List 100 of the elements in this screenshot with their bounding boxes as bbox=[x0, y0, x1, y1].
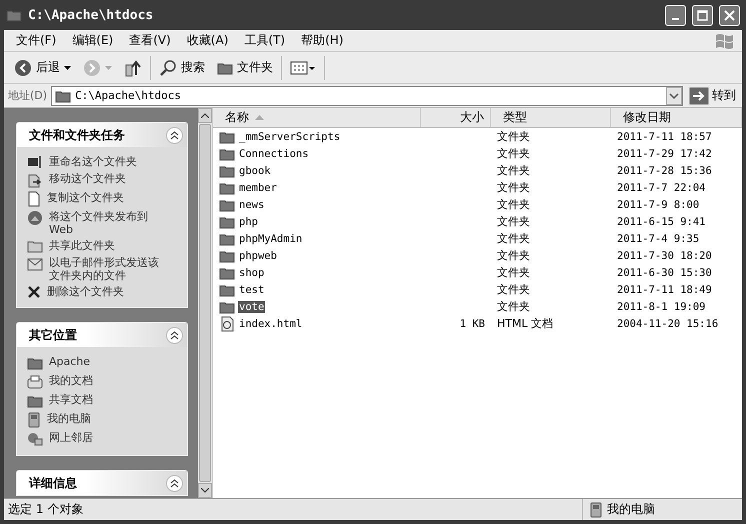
zone-label: 我的电脑 bbox=[607, 501, 655, 518]
type-cell-text: 文件夹 bbox=[496, 282, 531, 297]
network-icon bbox=[27, 431, 43, 447]
column-header[interactable]: 名称 bbox=[213, 108, 421, 127]
collapse-button[interactable] bbox=[166, 474, 183, 492]
date-cell-text: 2004-11-20 15:16 bbox=[616, 318, 720, 330]
caret-icon bbox=[64, 66, 71, 70]
shared-folder-icon bbox=[27, 239, 43, 253]
go-button[interactable]: 转到 bbox=[687, 86, 738, 104]
double-chevron-up-icon bbox=[170, 130, 179, 140]
menu-item[interactable]: 查看(V) bbox=[123, 32, 177, 49]
move-icon bbox=[27, 172, 43, 188]
date-cell-text: 2011-7-11 18:49 bbox=[616, 284, 713, 296]
envelope-icon bbox=[27, 256, 43, 272]
task-link[interactable]: 重命名这个文件夹 bbox=[49, 155, 164, 168]
date-cell-text: 2011-8-1 19:09 bbox=[616, 300, 707, 312]
globe-icon bbox=[27, 210, 43, 226]
minimize-button[interactable] bbox=[665, 4, 686, 26]
task-link[interactable]: 以电子邮件形式发送该文件夹内的文件 bbox=[49, 256, 164, 282]
date-cell-text: 2011-7-30 18:20 bbox=[616, 250, 713, 262]
file-name[interactable]: index.html bbox=[238, 318, 304, 330]
chevron-down-icon bbox=[201, 488, 209, 493]
grid-view-icon bbox=[290, 60, 316, 76]
task-link[interactable]: 删除这个文件夹 bbox=[47, 285, 162, 298]
type-cell-text: 文件夹 bbox=[496, 214, 531, 229]
file-name[interactable]: php bbox=[238, 216, 259, 228]
panel-title: 详细信息 bbox=[29, 474, 77, 492]
file-name[interactable]: test bbox=[238, 284, 266, 296]
task-link[interactable]: 移动这个文件夹 bbox=[49, 172, 164, 185]
type-cell-text: 文件夹 bbox=[496, 129, 531, 144]
task-link[interactable]: 我的文档 bbox=[49, 374, 164, 387]
file-name[interactable]: member bbox=[238, 182, 278, 194]
date-cell-text: 2011-6-30 15:30 bbox=[616, 266, 713, 278]
delete-icon bbox=[27, 285, 41, 299]
chevron-up-icon bbox=[201, 113, 209, 118]
date-cell-text: 2011-7-28 15:36 bbox=[616, 164, 713, 176]
computer-icon bbox=[589, 502, 603, 518]
date-cell-text: 2011-7-7 22:04 bbox=[616, 182, 707, 194]
rename-icon bbox=[27, 155, 43, 169]
type-cell-text: 文件夹 bbox=[496, 248, 531, 263]
collapse-button[interactable] bbox=[166, 126, 183, 144]
type-cell-text: 文件夹 bbox=[496, 265, 531, 280]
column-header[interactable]: 修改日期 bbox=[611, 108, 742, 127]
date-cell-text: 2011-6-15 9:41 bbox=[616, 216, 707, 228]
file-name[interactable]: vote bbox=[238, 300, 266, 312]
file-name[interactable]: shop bbox=[238, 266, 266, 278]
maximize-icon bbox=[697, 10, 708, 20]
status-text: 选定 1 个对象 bbox=[7, 501, 84, 518]
file-name[interactable]: Connections bbox=[238, 148, 310, 160]
menu-item[interactable]: 帮助(H) bbox=[295, 32, 350, 49]
menu-item[interactable]: 工具(T) bbox=[238, 32, 292, 49]
up-arrow-icon bbox=[124, 58, 142, 76]
flag-logo-icon bbox=[714, 32, 736, 50]
web-page-icon bbox=[219, 316, 235, 332]
task-link[interactable]: Apache bbox=[49, 355, 164, 368]
task-link[interactable]: 共享此文件夹 bbox=[49, 239, 164, 252]
copy-icon bbox=[27, 191, 41, 207]
computer-icon bbox=[27, 412, 41, 428]
file-name[interactable]: phpweb bbox=[238, 250, 278, 262]
double-chevron-up-icon bbox=[170, 330, 179, 340]
double-chevron-up-icon bbox=[170, 478, 179, 488]
type-cell-text: 文件夹 bbox=[496, 146, 531, 161]
column-header[interactable]: 大小 bbox=[421, 108, 491, 127]
file-name[interactable]: news bbox=[238, 198, 266, 210]
address-field[interactable]: C:\Apache\htdocs bbox=[51, 86, 683, 106]
dropdown-icon bbox=[666, 86, 682, 104]
menu-item[interactable]: 收藏(A) bbox=[180, 32, 234, 49]
type-cell-text: HTML 文档 bbox=[496, 316, 554, 331]
date-cell-text: 2011-7-4 9:35 bbox=[616, 232, 700, 244]
type-cell-text: 文件夹 bbox=[496, 231, 531, 246]
search-button[interactable]: 搜索 bbox=[155, 56, 209, 78]
address-label: 地址(D) bbox=[8, 88, 48, 103]
maximize-button[interactable] bbox=[692, 4, 713, 26]
collapse-button[interactable] bbox=[166, 326, 183, 344]
date-cell-text: 2011-7-29 17:42 bbox=[616, 148, 713, 160]
search-icon bbox=[159, 58, 177, 76]
task-link[interactable]: 我的电脑 bbox=[47, 412, 162, 425]
task-link[interactable]: 将这个文件夹发布到 Web bbox=[49, 210, 164, 236]
documents-icon bbox=[27, 374, 43, 390]
file-name[interactable]: _mmServerScripts bbox=[238, 130, 342, 142]
type-cell-text: 文件夹 bbox=[496, 163, 531, 178]
back-button[interactable]: 后退 bbox=[10, 56, 75, 78]
date-cell-text: 2011-7-11 18:57 bbox=[616, 130, 713, 142]
type-cell-text: 文件夹 bbox=[496, 180, 531, 195]
size-cell-text: 1 KB bbox=[458, 318, 486, 330]
file-name[interactable]: gbook bbox=[238, 164, 272, 176]
task-link[interactable]: 复制这个文件夹 bbox=[47, 191, 162, 204]
scrollbar[interactable] bbox=[198, 108, 213, 498]
task-link[interactable]: 网上邻居 bbox=[49, 431, 164, 444]
file-name[interactable]: phpMyAdmin bbox=[238, 232, 304, 244]
folders-button[interactable]: 文件夹 bbox=[213, 57, 277, 78]
panel-title: 文件和文件夹任务 bbox=[29, 126, 125, 144]
menu-item[interactable]: 编辑(E) bbox=[66, 32, 120, 49]
column-header[interactable]: 类型 bbox=[491, 108, 611, 127]
task-link[interactable]: 共享文档 bbox=[49, 393, 164, 406]
menu-item[interactable]: 文件(F) bbox=[10, 32, 62, 49]
close-icon bbox=[724, 10, 735, 20]
type-cell-text: 文件夹 bbox=[496, 197, 531, 212]
minimize-icon bbox=[672, 18, 679, 20]
close-button[interactable] bbox=[719, 4, 740, 26]
